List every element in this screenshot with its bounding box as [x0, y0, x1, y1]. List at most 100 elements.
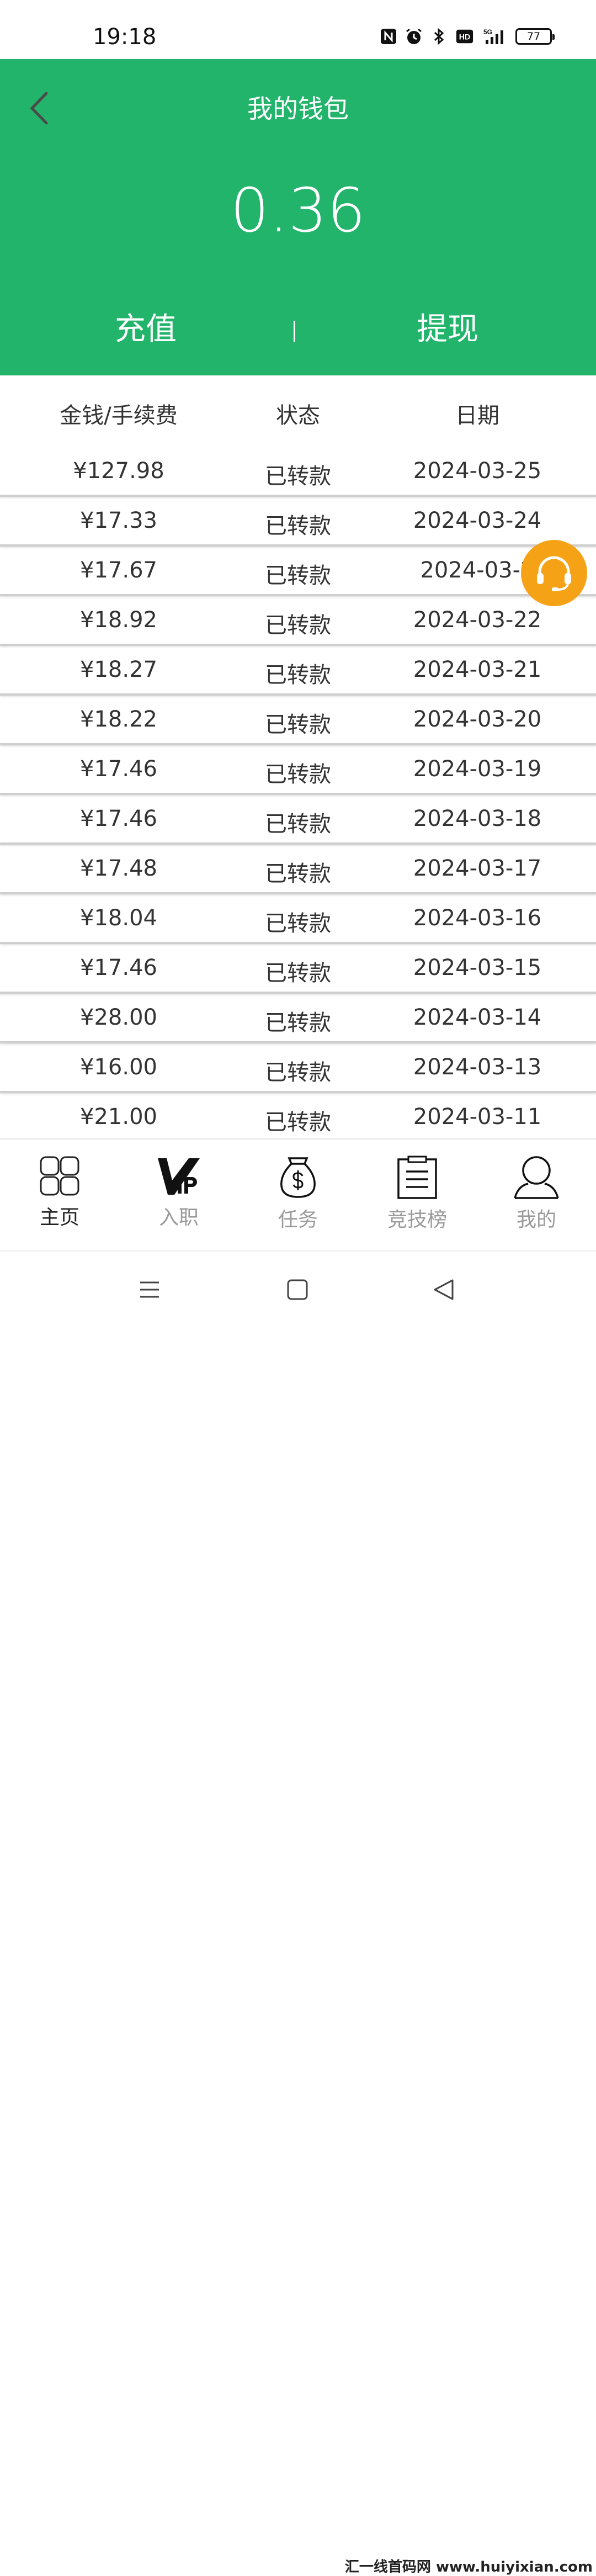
customer-service-button[interactable] [521, 540, 587, 606]
table-row: ¥17.46 已转款 2024-03-18 [0, 795, 596, 845]
table-header: 金钱/手续费 状态 日期 [0, 375, 596, 447]
wallet-header: 我的钱包 0.36 充值 提现 [0, 59, 596, 375]
row-date: 2024-03-20 [413, 707, 542, 732]
nav-onboard[interactable]: 入职 [119, 1155, 238, 1238]
nav-tasks[interactable]: 任务 [238, 1155, 358, 1238]
row-date: 2024-03-25 [413, 458, 542, 484]
row-amount: ¥17.67 [80, 558, 157, 583]
money-bag-icon [280, 1157, 316, 1198]
wallet-actions: 充值 提现 [0, 302, 596, 357]
row-amount: ¥17.48 [80, 856, 157, 881]
row-status: 已转款 [265, 513, 331, 539]
row-amount: ¥18.92 [80, 607, 157, 633]
row-date: 2024-03-14 [413, 1005, 542, 1030]
back-nav-button[interactable] [430, 1276, 458, 1303]
column-header-amount: 金钱/手续费 [60, 403, 178, 428]
battery-icon: 77 [515, 28, 555, 45]
row-status: 已转款 [265, 762, 331, 787]
system-nav-bar: 汇一线首码网 www.huiyixian.com [0, 1252, 596, 2575]
nav-home[interactable]: 主页 [0, 1155, 119, 1238]
row-status: 已转款 [265, 563, 331, 589]
table-row: ¥18.22 已转款 2024-03-20 [0, 696, 596, 745]
row-amount: ¥17.46 [80, 955, 157, 980]
table-row: ¥17.67 已转款 2024-03-2 [0, 547, 596, 596]
user-icon [514, 1156, 559, 1199]
row-date: 2024-03-13 [413, 1054, 542, 1080]
recent-apps-button[interactable] [136, 1276, 163, 1303]
row-date: 2024-03-11 [413, 1104, 542, 1130]
row-amount: ¥28.00 [80, 1005, 157, 1030]
svg-text:5G: 5G [483, 28, 492, 36]
row-status: 已转款 [265, 961, 331, 986]
square-icon [287, 1279, 308, 1300]
row-amount: ¥17.33 [80, 508, 157, 533]
row-status: 已转款 [265, 1010, 331, 1036]
row-status: 已转款 [265, 712, 331, 738]
row-date: 2024-03-24 [413, 508, 542, 533]
menu-icon [140, 1281, 159, 1298]
vip-icon [158, 1158, 200, 1195]
triangle-back-icon [434, 1279, 454, 1300]
withdraw-button[interactable]: 提现 [417, 302, 478, 357]
table-row: ¥17.48 已转款 2024-03-17 [0, 845, 596, 894]
table-row: ¥16.00 已转款 2024-03-13 [0, 1043, 596, 1093]
nav-label-leaderboard: 竞技榜 [387, 1209, 447, 1231]
row-amount: ¥21.00 [80, 1104, 157, 1130]
status-icons: HD 5G 77 [380, 28, 555, 45]
battery-level: 77 [526, 30, 541, 43]
bottom-nav: 主页 入职 任务 竞技榜 我的 [0, 1138, 596, 1252]
column-header-date: 日期 [455, 403, 499, 428]
row-date: 2024-03-18 [413, 806, 542, 831]
page-title: 我的钱包 [247, 94, 349, 124]
alarm-icon [405, 28, 423, 45]
table-row: ¥17.46 已转款 2024-03-15 [0, 944, 596, 994]
5g-signal-icon: 5G [481, 28, 508, 45]
row-amount: ¥18.04 [80, 905, 157, 931]
svg-text:HD: HD [459, 33, 470, 41]
row-amount: ¥17.46 [80, 756, 157, 782]
table-row: ¥127.98 已转款 2024-03-25 [0, 447, 596, 497]
row-amount: ¥18.27 [80, 657, 157, 682]
row-amount: ¥17.46 [80, 806, 157, 831]
home-button[interactable] [284, 1276, 311, 1303]
nav-leaderboard[interactable]: 竞技榜 [358, 1155, 477, 1238]
row-status: 已转款 [265, 662, 331, 688]
nav-me[interactable]: 我的 [477, 1155, 596, 1238]
table-row: ¥28.00 已转款 2024-03-14 [0, 994, 596, 1043]
clipboard-icon [397, 1156, 437, 1199]
headset-icon [537, 556, 571, 591]
wallet-balance: 0.36 [230, 175, 366, 246]
row-status: 已转款 [265, 613, 331, 638]
nav-label-onboard: 入职 [158, 1206, 199, 1229]
hd-icon: HD [456, 28, 473, 45]
row-date: 2024-03-19 [413, 756, 542, 782]
status-bar: 19:18 HD 5G 77 [0, 0, 596, 59]
recharge-button[interactable]: 充值 [115, 302, 177, 357]
table-row: ¥18.27 已转款 2024-03-21 [0, 646, 596, 696]
table-row: ¥17.46 已转款 2024-03-19 [0, 745, 596, 795]
row-status: 已转款 [265, 1110, 331, 1135]
bluetooth-icon [430, 28, 448, 45]
row-status: 已转款 [265, 812, 331, 837]
nav-label-home: 主页 [39, 1206, 79, 1229]
nfc-icon [380, 28, 397, 45]
row-amount: ¥16.00 [80, 1054, 157, 1080]
table-row: ¥18.92 已转款 2024-03-22 [0, 596, 596, 646]
row-amount: ¥127.98 [73, 458, 164, 484]
nav-label-tasks: 任务 [278, 1209, 318, 1231]
column-header-status: 状态 [276, 403, 320, 428]
row-date: 2024-03-16 [413, 905, 542, 931]
row-date: 2024-03-17 [413, 856, 542, 881]
row-date: 2024-03-22 [413, 607, 542, 633]
table-row: ¥18.04 已转款 2024-03-16 [0, 894, 596, 944]
transaction-list[interactable]: ¥127.98 已转款 2024-03-25 ¥17.33 已转款 2024-03-24… [0, 447, 596, 1137]
row-date: 2024-03-21 [413, 657, 542, 682]
watermark: 汇一线首码网 www.huiyixian.com [344, 2559, 593, 2575]
row-date: 2024-03-15 [413, 955, 542, 980]
grid-icon [40, 1156, 79, 1196]
row-status: 已转款 [265, 464, 331, 489]
table-row: ¥17.33 已转款 2024-03-24 [0, 497, 596, 547]
row-status: 已转款 [265, 1060, 331, 1085]
row-amount: ¥18.22 [80, 707, 157, 732]
row-status: 已转款 [265, 911, 331, 936]
